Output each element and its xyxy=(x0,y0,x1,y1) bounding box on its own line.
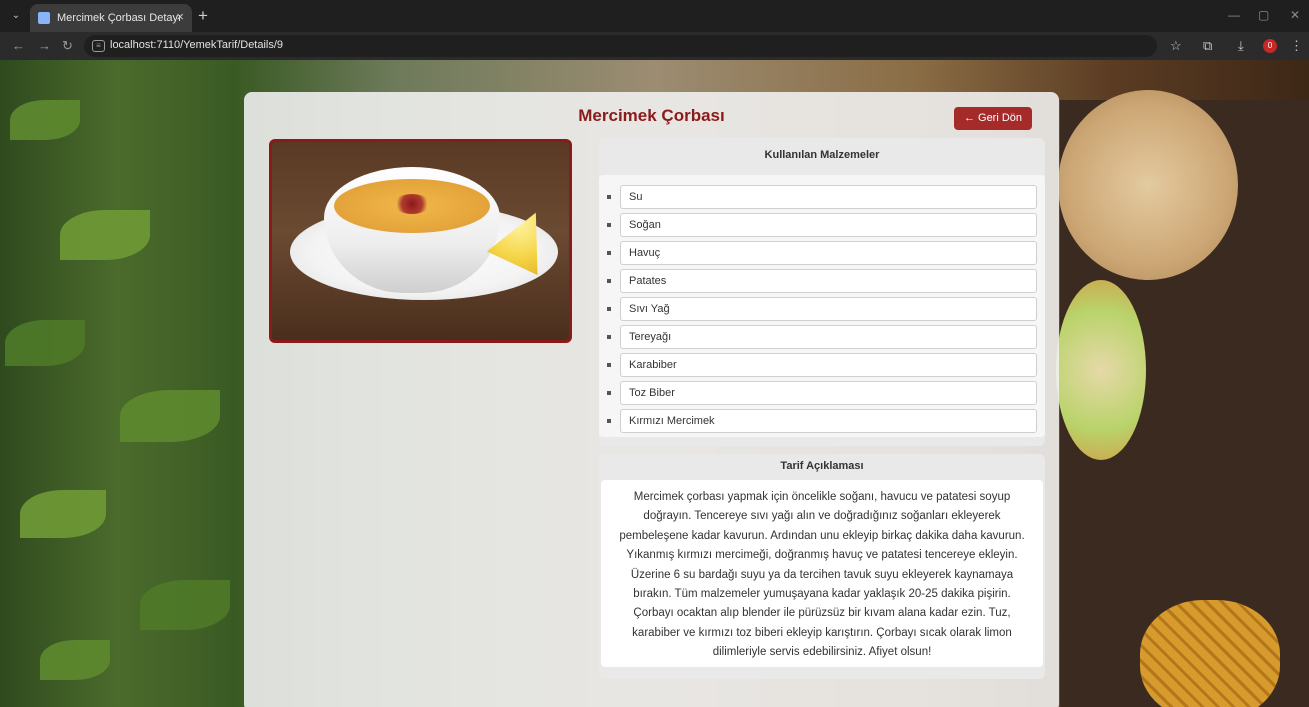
bullet-icon xyxy=(607,335,611,339)
browser-tab[interactable]: Mercimek Çorbası Detayı × xyxy=(30,4,192,32)
leaf-decoration xyxy=(140,580,230,630)
page-title: Mercimek Çorbası xyxy=(578,106,725,125)
reload-icon[interactable]: ↻ xyxy=(62,38,73,54)
list-item: Sıvı Yağ xyxy=(607,297,1037,322)
close-window-icon[interactable]: ✕ xyxy=(1290,8,1300,22)
bullet-icon xyxy=(607,195,611,199)
basket-decoration xyxy=(1058,90,1238,280)
leaf-decoration xyxy=(10,100,80,140)
ingredient-field: Karabiber xyxy=(620,353,1037,377)
back-arrow-icon[interactable]: ← xyxy=(12,38,25,53)
list-item: Patates xyxy=(607,269,1037,294)
leaf-decoration xyxy=(20,490,106,538)
url-field[interactable]: ≡ localhost:7110/YemekTarif/Details/9 xyxy=(84,35,1157,57)
leaf-decoration xyxy=(120,390,220,442)
recipe-image xyxy=(269,139,572,343)
menu-dots-icon[interactable]: ⋮ xyxy=(1290,38,1303,54)
list-item: Su xyxy=(607,185,1037,210)
bullet-icon xyxy=(607,307,611,311)
ingredient-field: Sıvı Yağ xyxy=(620,297,1037,321)
bullet-icon xyxy=(607,279,611,283)
ingredient-field: Havuç xyxy=(620,241,1037,265)
list-item: Karabiber xyxy=(607,353,1037,378)
ingredient-field: Soğan xyxy=(620,213,1037,237)
bullet-icon xyxy=(607,363,611,367)
list-item: Havuç xyxy=(607,241,1037,266)
download-icon[interactable]: ⤓ xyxy=(1238,38,1244,54)
leaf-decoration xyxy=(60,210,150,260)
bullet-icon xyxy=(607,419,611,423)
ingredient-field: Toz Biber xyxy=(620,381,1037,405)
tab-title: Mercimek Çorbası Detayı xyxy=(57,12,182,24)
recipe-heading: Tarif Açıklaması xyxy=(780,460,864,472)
extensions-icon[interactable]: ⧉ xyxy=(1203,38,1212,54)
list-item: Kırmızı Mercimek xyxy=(607,409,1037,434)
ingredient-field: Patates xyxy=(620,269,1037,293)
recipe-description: Mercimek çorbası yapmak için öncelikle s… xyxy=(601,480,1043,667)
spice-garnish xyxy=(394,194,430,214)
ingredient-field: Kırmızı Mercimek xyxy=(620,409,1037,433)
bookmark-star-icon[interactable]: ☆ xyxy=(1170,38,1182,54)
url-text: localhost:7110/YemekTarif/Details/9 xyxy=(110,39,284,51)
ingredients-panel: Kullanılan Malzemeler Su Soğan Havuç Pat… xyxy=(599,138,1045,446)
address-bar-row: ← → ↻ ≡ localhost:7110/YemekTarif/Detail… xyxy=(0,32,1309,60)
forward-arrow-icon[interactable]: → xyxy=(38,38,51,53)
browser-tab-bar: ⌄ Mercimek Çorbası Detayı × + — ▢ ✕ xyxy=(0,0,1309,32)
maximize-icon[interactable]: ▢ xyxy=(1258,8,1269,22)
ingredients-list: Su Soğan Havuç Patates Sıvı Yağ Tereyağı… xyxy=(599,175,1045,437)
bullet-icon xyxy=(607,391,611,395)
recipe-card: Mercimek Çorbası ← Geri Dön Kullanılan M… xyxy=(244,92,1059,707)
list-item: Soğan xyxy=(607,213,1037,238)
minimize-icon[interactable]: — xyxy=(1228,8,1240,22)
extension-badge[interactable]: 0 xyxy=(1263,39,1277,53)
new-tab-icon[interactable]: + xyxy=(198,6,208,26)
fruit-bowl-decoration xyxy=(1056,280,1146,460)
page-background: Mercimek Çorbası ← Geri Dön Kullanılan M… xyxy=(0,60,1309,707)
bullet-icon xyxy=(607,223,611,227)
pineapple-decoration xyxy=(1140,600,1280,707)
page-favicon-icon xyxy=(38,12,50,24)
leaf-decoration xyxy=(5,320,85,366)
back-button[interactable]: ← Geri Dön xyxy=(954,107,1032,130)
ingredient-field: Su xyxy=(620,185,1037,209)
list-item: Tereyağı xyxy=(607,325,1037,350)
close-tab-icon[interactable]: × xyxy=(176,9,184,24)
tab-search-icon[interactable]: ⌄ xyxy=(8,8,24,24)
leaf-decoration xyxy=(40,640,110,680)
list-item: Toz Biber xyxy=(607,381,1037,406)
recipe-panel: Tarif Açıklaması Mercimek çorbası yapmak… xyxy=(599,454,1045,679)
site-info-icon[interactable]: ≡ xyxy=(92,40,105,52)
bullet-icon xyxy=(607,251,611,255)
ingredient-field: Tereyağı xyxy=(620,325,1037,349)
ingredients-heading: Kullanılan Malzemeler xyxy=(764,149,880,161)
